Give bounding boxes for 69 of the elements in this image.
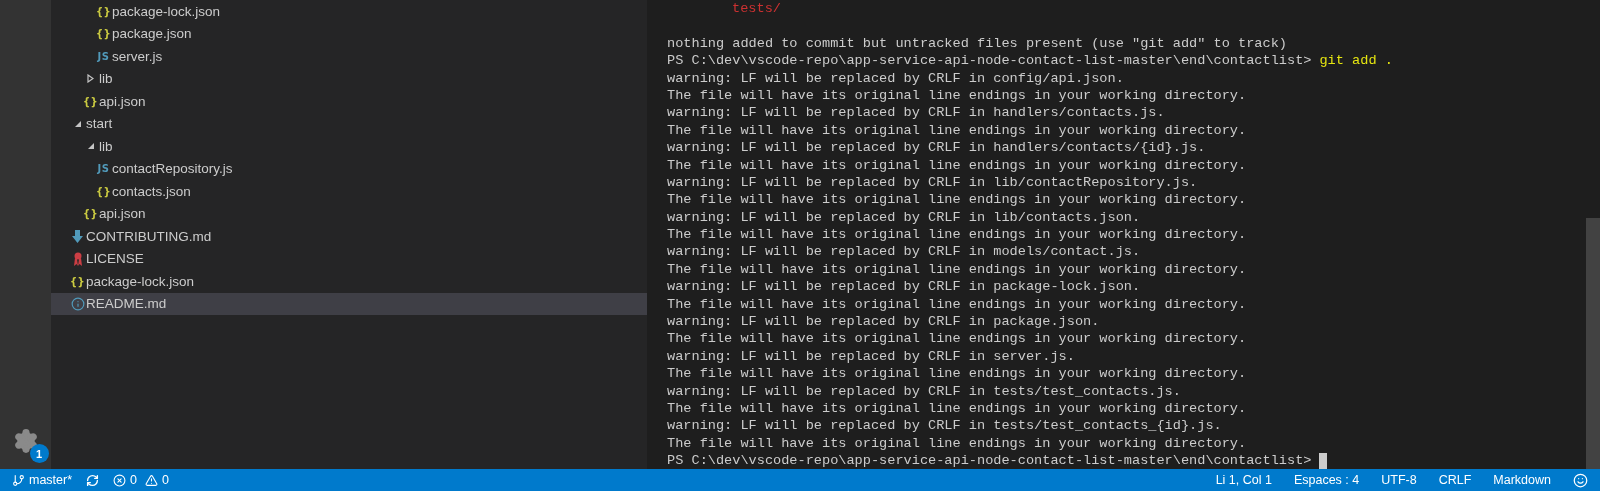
file-row[interactable]: {}api.json [51, 202, 647, 225]
status-item[interactable]: Espaces : 4 [1293, 473, 1360, 487]
braces-icon: {} [95, 28, 112, 40]
output-line: The file will have its original line endings in your working directory. [667, 121, 1248, 140]
info-icon [70, 296, 85, 311]
untracked-file-line: tests/ [731, 0, 782, 18]
output-line: warning: LF will be replaced by CRLF in lib/contacts.json. [667, 208, 1142, 227]
folder-row[interactable]: start [51, 112, 647, 135]
output-line: The file will have its original line endings in your working directory. [667, 260, 1248, 279]
js-icon: JS [97, 50, 110, 62]
status-item[interactable]: UTF-8 [1381, 473, 1417, 487]
output-line: The file will have its original line endings in your working directory. [667, 295, 1248, 314]
output-line: warning: LF will be replaced by CRLF in handlers/contacts.js. [667, 104, 1166, 122]
output-line: The file will have its original line endings in your working directory. [667, 365, 1248, 383]
braces-icon: {} [95, 5, 112, 17]
folder-row[interactable]: lib [51, 135, 647, 158]
expanded-caret-icon[interactable] [73, 119, 82, 128]
braces-icon: {} [82, 208, 99, 220]
file-row[interactable]: {}contacts.json [51, 180, 647, 203]
output-line: The file will have its original line endings in your working directory. [667, 156, 1248, 174]
output-line: The file will have its original line endings in your working directory. [667, 226, 1248, 244]
smiley-icon[interactable] [1573, 472, 1588, 488]
prompt-text: PS C:\dev\vscode-repo\app-service-api-node-contact-list-master\end\contactlist> [667, 452, 1312, 469]
file-row[interactable]: JS server.js [51, 45, 647, 68]
output-line: warning: LF will be replaced by CRLF in server.js. [667, 347, 1076, 366]
output-line: warning: LF will be replaced by CRLF in handlers/contacts/{id}.js. [667, 139, 1207, 157]
status-item[interactable]: Markdown [1493, 473, 1551, 487]
js-icon: JS [97, 163, 110, 175]
file-row[interactable]: README.md [51, 292, 647, 315]
down-arrow-icon [72, 229, 83, 243]
file-row[interactable]: {}api.json [51, 90, 647, 113]
file-row[interactable]: {}package-lock.json [51, 0, 647, 23]
output-line: The file will have its original line endings in your working directory. [667, 330, 1248, 348]
file-row[interactable]: LICENSE [51, 247, 647, 270]
scrollbar[interactable] [1586, 218, 1600, 469]
output-line: The file will have its original line endings in your working directory. [667, 191, 1248, 209]
output-line: warning: LF will be replaced by CRLF in models/contact.js. [667, 243, 1142, 261]
file-row[interactable]: JS contactRepository.js [51, 157, 647, 180]
ribbon-icon [72, 251, 83, 266]
prompt-text: PS C:\dev\vscode-repo\app-service-api-node-contact-list-master\end\contactlist> [667, 52, 1312, 70]
branch-icon [12, 473, 25, 487]
output-line: warning: LF will be replaced by CRLF in package-lock.json. [667, 278, 1142, 296]
output-line: warning: LF will be replaced by CRLF in lib/contactRepository.js. [667, 173, 1199, 192]
problems-status[interactable]: 0 0 [113, 473, 169, 487]
file-row[interactable]: {}package.json [51, 22, 647, 45]
file-row[interactable]: {}package-lock.json [51, 270, 647, 293]
collapsed-caret-icon[interactable] [87, 74, 94, 84]
notification-badge: 1 [29, 444, 49, 463]
output-line: nothing added to commit but untracked files present (use "git add" to track) [667, 34, 1288, 53]
braces-icon: {} [95, 185, 112, 197]
folder-row[interactable]: lib [51, 67, 647, 90]
warning-icon [145, 473, 159, 487]
sync-icon[interactable] [86, 473, 100, 487]
branch-status[interactable]: master* [12, 473, 73, 487]
output-line: The file will have its original line endings in your working directory. [667, 400, 1248, 418]
output-line: warning: LF will be replaced by CRLF in tests/test_contacts.js. [667, 382, 1182, 400]
expanded-caret-icon[interactable] [86, 142, 95, 151]
output-line: warning: LF will be replaced by CRLF in package.json. [667, 313, 1101, 331]
braces-icon: {} [69, 275, 86, 287]
output-line: The file will have its original line endings in your working directory. [667, 434, 1248, 453]
status-item[interactable]: Li 1, Col 1 [1215, 473, 1272, 487]
braces-icon: {} [82, 95, 99, 107]
command-text: git add . [1319, 52, 1393, 70]
status-item[interactable]: CRLF [1438, 473, 1472, 487]
output-line: warning: LF will be replaced by CRLF in tests/test_contacts_{id}.js. [667, 417, 1223, 435]
output-line: The file will have its original line endings in your working directory. [667, 86, 1248, 105]
output-line: warning: LF will be replaced by CRLF in config/api.json. [667, 69, 1125, 87]
error-icon [113, 473, 127, 487]
file-row[interactable]: CONTRIBUTING.md [51, 225, 647, 248]
